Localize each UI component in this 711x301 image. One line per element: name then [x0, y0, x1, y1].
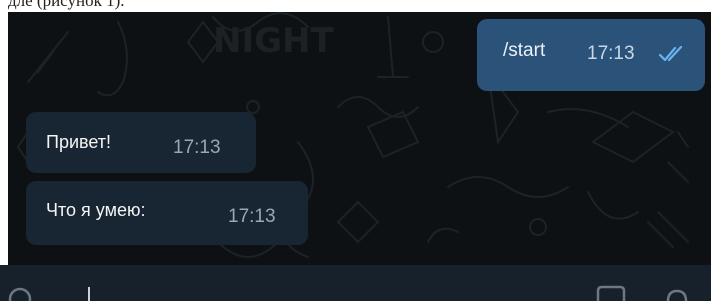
message-text: /start	[503, 40, 546, 61]
message-time: 17:13	[173, 137, 221, 158]
double-check-icon	[659, 46, 683, 62]
message-bubble-outgoing[interactable]: /start 17:13	[477, 19, 705, 91]
sticker-icon[interactable]	[596, 285, 626, 301]
message-text: Что я умею:	[46, 200, 146, 220]
message-bubble-incoming[interactable]: Привет! 17:13	[26, 112, 256, 173]
compose-bar	[0, 265, 711, 301]
chat-area: NIGHT /start 17:13 Привет! 17:13 Что я у…	[8, 12, 711, 265]
message-text: Привет!	[46, 132, 112, 152]
svg-text:NIGHT: NIGHT	[213, 21, 334, 61]
message-input[interactable]	[40, 273, 580, 301]
message-time: 17:13	[228, 206, 276, 227]
attach-icon[interactable]	[6, 281, 34, 301]
message-bubble-incoming[interactable]: Что я умею: 17:13	[26, 181, 308, 245]
message-time: 17:13	[587, 43, 635, 64]
text-cursor	[88, 287, 90, 301]
page-caption-fragment: дле (рисунок 1).	[0, 0, 711, 12]
mic-icon[interactable]	[662, 287, 692, 301]
